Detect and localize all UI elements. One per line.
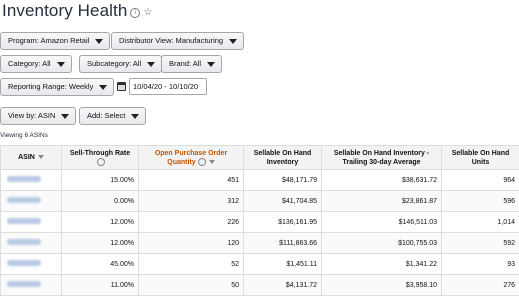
category-dropdown-label: Category: All [8,59,51,68]
asin-cell[interactable] [1,275,62,296]
chevron-down-icon [131,114,139,119]
table-row: 15.00% 451 $48,171.79 $38,631.72 964 [1,170,519,191]
chevron-down-icon [61,114,69,119]
trailing-average-cell: $146,511.03 [322,212,442,233]
column-header-label: Open Purchase Order Quantity [155,150,227,166]
sell-through-cell: 45.00% [62,254,139,275]
blurred-asin-link[interactable] [7,176,41,182]
subcategory-dropdown[interactable]: Subcategory: All [79,55,162,73]
asin-cell[interactable] [1,212,62,233]
program-dropdown[interactable]: Program: Amazon Retail [0,32,110,50]
column-header-asin[interactable]: ASIN [1,146,62,170]
reporting-range-dropdown[interactable]: Reporting Range: Weekly [0,78,114,96]
sellable-inventory-cell: $41,704.85 [244,191,322,212]
trailing-average-cell: $3,958.10 [322,275,442,296]
reporting-range-dropdown-label: Reporting Range: Weekly [8,82,93,91]
chevron-down-icon [99,85,107,90]
asin-cell[interactable] [1,170,62,191]
info-icon [198,158,206,166]
view-by-dropdown[interactable]: View by: ASIN [0,107,76,125]
trailing-average-cell: $1,341.22 [322,254,442,275]
asin-cell[interactable] [1,233,62,254]
chevron-down-icon [57,62,65,67]
inventory-table: ASIN Sell-Through Rate Open Purchase Ord… [0,145,519,296]
blurred-asin-link[interactable] [7,239,41,245]
sellable-inventory-cell: $1,451.11 [244,254,322,275]
distributor-view-dropdown[interactable]: Distributor View: Manufacturing [111,32,244,50]
sell-through-cell: 11.00% [62,275,139,296]
sell-through-cell: 12.00% [62,212,139,233]
date-range-input[interactable]: 10/04/20 - 10/10/20 [129,78,207,95]
chevron-down-icon [147,62,155,67]
open-po-cell: 226 [139,212,244,233]
sellable-inventory-cell: $111,863.66 [244,233,322,254]
info-icon[interactable]: i [130,8,140,18]
blurred-asin-link[interactable] [7,218,41,224]
sellable-inventory-cell: $48,171.79 [244,170,322,191]
chevron-down-icon [229,39,237,44]
open-po-cell: 451 [139,170,244,191]
category-dropdown[interactable]: Category: All [0,55,72,73]
page-title: Inventory Health [2,1,127,21]
column-header-trailing-average[interactable]: Sellable On Hand Inventory - Trailing 30… [322,146,442,170]
column-header-sellable-units[interactable]: Sellable On Hand Units [442,146,519,170]
title-row: Inventory Health i ☆ [2,0,152,22]
blurred-asin-link[interactable] [7,260,41,266]
brand-dropdown[interactable]: Brand: All [161,55,222,73]
info-icon [97,158,105,166]
column-header-sellable-inventory[interactable]: Sellable On Hand Inventory [244,146,322,170]
sort-icon [38,155,44,159]
sell-through-cell: 0.00% [62,191,139,212]
open-po-cell: 120 [139,233,244,254]
column-header-label: Sell-Through Rate [70,150,130,157]
column-header-open-po-quantity[interactable]: Open Purchase Order Quantity [139,146,244,170]
sellable-inventory-cell: $4,131.72 [244,275,322,296]
table-row: 0.00% 312 $41,704.85 $23,861.87 596 [1,191,519,212]
blurred-asin-link[interactable] [7,197,41,203]
viewing-count: Viewing 6 ASINs [0,132,48,139]
sellable-units-cell: 93 [442,254,519,275]
distributor-view-dropdown-label: Distributor View: Manufacturing [119,36,223,45]
brand-dropdown-label: Brand: All [169,59,201,68]
sellable-inventory-cell: $136,161.95 [244,212,322,233]
table-row: 12.00% 226 $136,161.95 $146,511.03 1,014 [1,212,519,233]
sellable-units-cell: 1,014 [442,212,519,233]
trailing-average-cell: $23,861.87 [322,191,442,212]
blurred-asin-link[interactable] [7,281,41,287]
table-row: 45.00% 52 $1,451.11 $1,341.22 93 [1,254,519,275]
subcategory-dropdown-label: Subcategory: All [87,59,141,68]
trailing-average-cell: $38,631.72 [322,170,442,191]
open-po-cell: 312 [139,191,244,212]
sort-icon [209,160,215,164]
chevron-down-icon [95,39,103,44]
add-column-dropdown[interactable]: Add: Select [79,107,146,125]
table-row: 11.00% 50 $4,131.72 $3,958.10 276 [1,275,519,296]
column-header-label: Sellable On Hand Inventory - Trailing 30… [334,150,429,166]
sellable-units-cell: 276 [442,275,519,296]
asin-cell[interactable] [1,191,62,212]
calendar-icon[interactable] [117,82,126,91]
program-dropdown-label: Program: Amazon Retail [8,36,89,45]
view-by-dropdown-label: View by: ASIN [8,111,55,120]
sell-through-cell: 15.00% [62,170,139,191]
column-header-label: ASIN [18,154,35,161]
table-row: 12.00% 120 $111,863.66 $100,755.03 592 [1,233,519,254]
open-po-cell: 50 [139,275,244,296]
add-column-dropdown-label: Add: Select [87,111,125,120]
column-header-label: Sellable On Hand Units [452,150,510,166]
table-header-row: ASIN Sell-Through Rate Open Purchase Ord… [1,146,519,170]
sellable-units-cell: 592 [442,233,519,254]
sellable-units-cell: 596 [442,191,519,212]
chevron-down-icon [207,62,215,67]
open-po-cell: 52 [139,254,244,275]
sellable-units-cell: 964 [442,170,519,191]
column-header-label: Sellable On Hand Inventory [254,150,312,166]
asin-cell[interactable] [1,254,62,275]
sell-through-cell: 12.00% [62,233,139,254]
favorite-star-icon[interactable]: ☆ [143,7,152,18]
trailing-average-cell: $100,755.03 [322,233,442,254]
column-header-sell-through[interactable]: Sell-Through Rate [62,146,139,170]
